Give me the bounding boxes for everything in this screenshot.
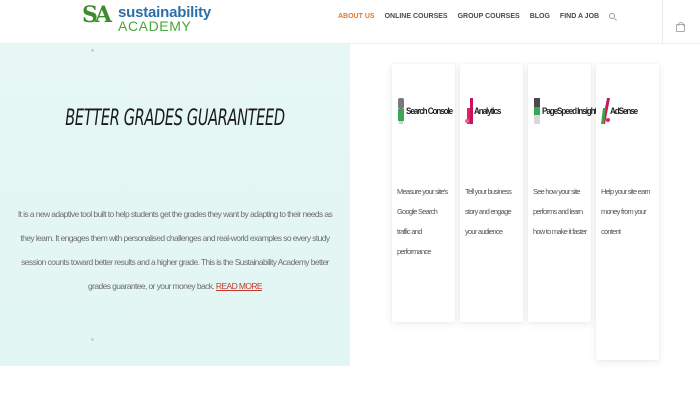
nav-group-courses[interactable]: GROUP COURSES <box>458 12 520 22</box>
card-description: Measure your site's Google Search traffi… <box>397 187 448 256</box>
hero-section: BETTER GRADES GUARANTEED It is a new ada… <box>0 44 350 366</box>
card-title: PageSpeed Insights <box>542 106 601 116</box>
decorative-dot <box>91 338 94 341</box>
tool-card-analytics[interactable]: Analytics Tell your business story and e… <box>460 64 523 322</box>
main-navigation: ABOUT US ONLINE COURSES GROUP COURSES BL… <box>338 12 609 22</box>
site-logo[interactable]: SA sustainability ACADEMY <box>82 2 222 36</box>
pagespeed-icon <box>534 98 540 124</box>
card-description: Tell your business story and engage your… <box>465 187 512 236</box>
nav-find-a-job[interactable]: FIND A JOB <box>560 12 599 22</box>
nav-about-us[interactable]: ABOUT US <box>338 12 375 22</box>
logo-text-academy: ACADEMY <box>118 18 192 34</box>
read-more-link[interactable]: READ MORE <box>216 281 263 291</box>
hero-paragraph: It is a new adaptive tool built to help … <box>14 202 336 298</box>
search-icon[interactable] <box>608 12 618 22</box>
nav-blog[interactable]: BLOG <box>530 12 550 22</box>
card-description: Help your site earn money from your cont… <box>601 187 650 236</box>
tool-card-pagespeed[interactable]: PageSpeed Insights See how your site per… <box>528 64 601 322</box>
nav-online-courses[interactable]: ONLINE COURSES <box>385 12 448 22</box>
header-divider <box>662 0 663 44</box>
site-header: SA sustainability ACADEMY ABOUT US ONLIN… <box>0 0 700 44</box>
card-title: Analytics <box>474 106 501 116</box>
tool-card-adsense[interactable]: AdSense Help your site earn money from y… <box>596 64 659 360</box>
shopping-bag-icon[interactable] <box>676 22 685 32</box>
logo-mark: SA <box>82 2 112 28</box>
card-title: Search Console <box>406 106 453 116</box>
decorative-dot <box>91 49 94 52</box>
hero-title: BETTER GRADES GUARANTEED <box>65 106 285 131</box>
adsense-icon <box>601 98 610 124</box>
card-title: AdSense <box>610 106 638 116</box>
tool-card-search-console[interactable]: Search Console Measure your site's Googl… <box>392 64 455 322</box>
card-description: See how your site performs and learn how… <box>533 187 587 236</box>
analytics-icon <box>465 98 473 124</box>
search-console-icon <box>398 98 404 124</box>
